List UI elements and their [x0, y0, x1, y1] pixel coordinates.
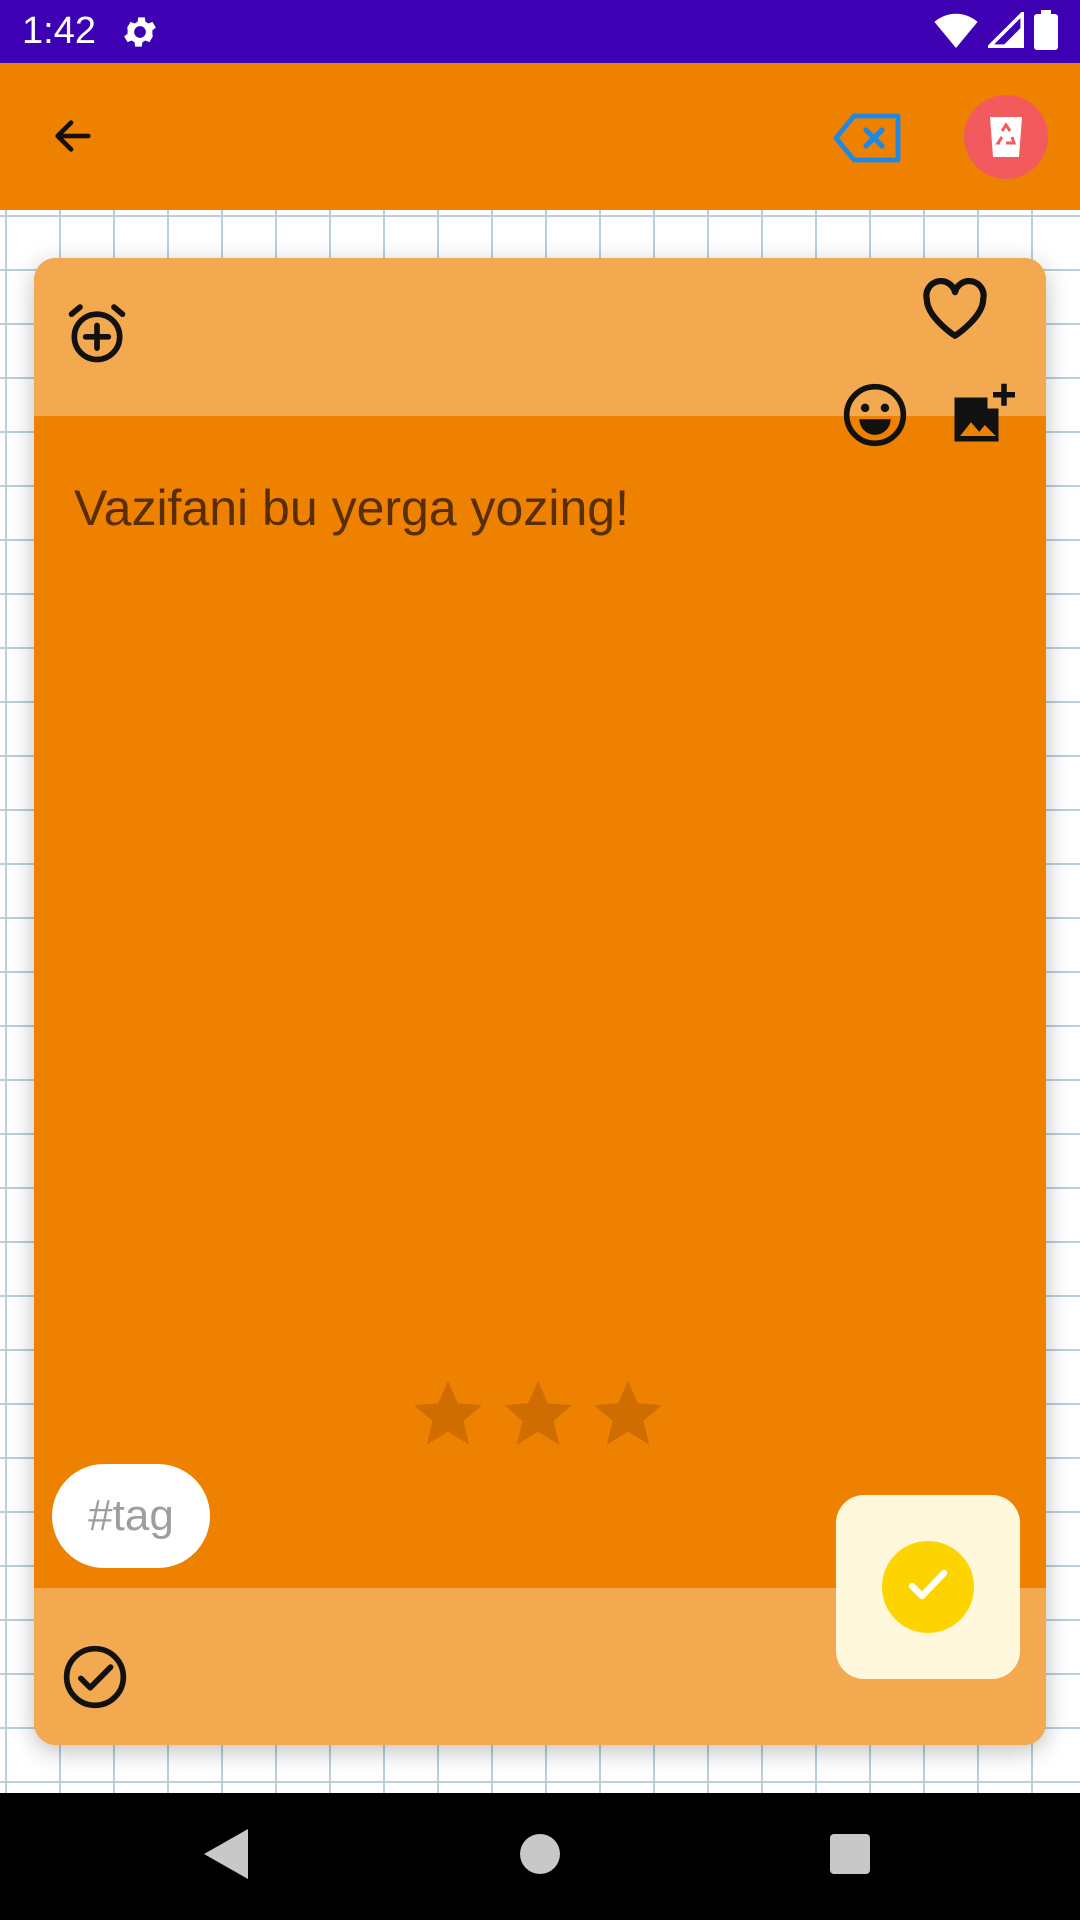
- back-arrow-icon: [48, 113, 98, 164]
- save-button[interactable]: [836, 1495, 1020, 1679]
- add-alarm-button[interactable]: [62, 300, 132, 372]
- star-icon[interactable]: [410, 1376, 486, 1452]
- status-bar: 1:42: [0, 0, 1080, 63]
- smiley-icon: [841, 381, 909, 454]
- add-photo-button[interactable]: [948, 382, 1016, 450]
- delete-button[interactable]: [964, 95, 1048, 179]
- tag-chip[interactable]: #tag: [52, 1464, 210, 1568]
- settings-icon: [120, 12, 160, 52]
- navigation-bar: [0, 1793, 1080, 1920]
- clear-text-button[interactable]: [832, 110, 904, 166]
- favorite-button[interactable]: [918, 277, 992, 345]
- clear-text-icon: [832, 113, 904, 170]
- rating-stars[interactable]: [410, 1376, 666, 1452]
- status-icons: [934, 8, 1058, 55]
- mark-done-button[interactable]: [60, 1644, 130, 1714]
- add-photo-icon: [949, 381, 1015, 452]
- app-bar: [0, 63, 1080, 210]
- star-icon[interactable]: [590, 1376, 666, 1452]
- home-circle-icon: [520, 1833, 560, 1879]
- status-time: 1:42: [22, 10, 96, 52]
- back-button[interactable]: [40, 108, 106, 168]
- heart-outline-icon: [920, 277, 990, 345]
- recycle-bin-icon: [986, 111, 1026, 164]
- nav-back-button[interactable]: [196, 1826, 256, 1886]
- check-circle-outline-icon: [61, 1643, 129, 1716]
- signal-icon: [985, 8, 1024, 53]
- wifi-icon: [934, 12, 978, 53]
- recents-square-icon: [830, 1833, 870, 1879]
- nav-home-button[interactable]: [510, 1826, 570, 1886]
- note-text-input[interactable]: Vazifani bu yerga yozing!: [74, 478, 629, 538]
- save-circle: [882, 1541, 974, 1633]
- star-icon[interactable]: [500, 1376, 576, 1452]
- battery-icon: [1034, 9, 1058, 55]
- tag-label: #tag: [88, 1491, 174, 1540]
- nav-recents-button[interactable]: [820, 1826, 880, 1886]
- alarm-add-icon: [63, 299, 131, 374]
- checkmark-icon: [904, 1565, 952, 1610]
- back-triangle-icon: [204, 1828, 248, 1884]
- emoji-button[interactable]: [840, 382, 910, 452]
